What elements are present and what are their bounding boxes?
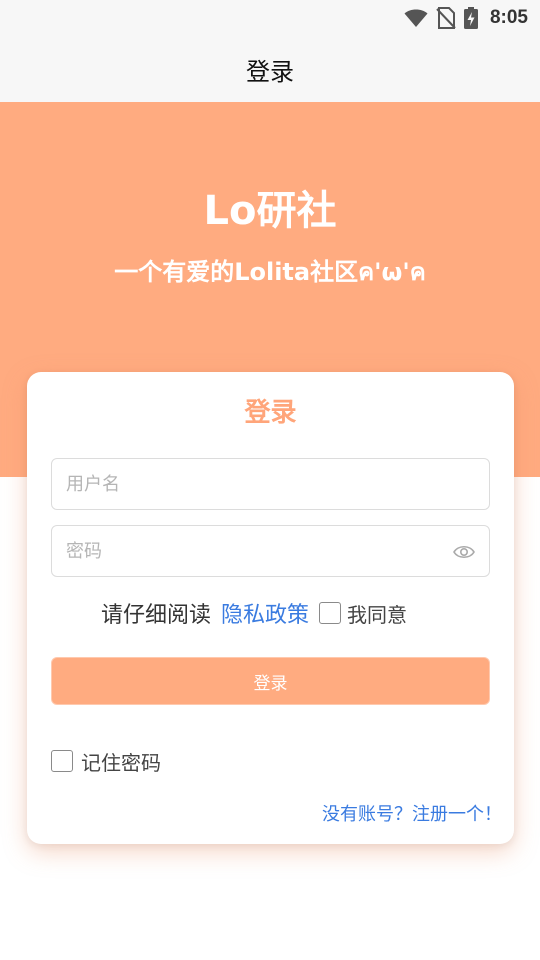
status-icons: 8:05 bbox=[404, 6, 528, 30]
hero-subtitle: 一个有爱的Lolita社区ค'ω'ค bbox=[114, 258, 426, 286]
status-time: 8:05 bbox=[489, 7, 528, 28]
password-input[interactable] bbox=[52, 526, 489, 576]
show-password-eye-icon[interactable] bbox=[453, 542, 475, 562]
privacy-policy-link[interactable]: 隐私政策 bbox=[221, 597, 309, 629]
app-bar: 登录 bbox=[0, 36, 540, 102]
password-field bbox=[51, 525, 490, 577]
hero-title: Lo研社 bbox=[203, 188, 337, 234]
username-field bbox=[51, 458, 490, 510]
app-bar-title: 登录 bbox=[246, 57, 294, 86]
wifi-icon bbox=[404, 9, 428, 27]
agree-label: 我同意 bbox=[347, 602, 408, 627]
remember-password-checkbox[interactable] bbox=[51, 750, 73, 772]
remember-row: 记住密码 bbox=[51, 746, 161, 776]
login-card: 登录 请仔细阅读 隐私政策 我同意 登录 记住密码 没有账号？注册一个！ bbox=[27, 372, 514, 844]
username-input[interactable] bbox=[52, 459, 489, 509]
register-link[interactable]: 没有账号？注册一个！ bbox=[322, 800, 502, 826]
agreement-text: 请仔细阅读 bbox=[101, 603, 212, 628]
agreement-row: 请仔细阅读 隐私政策 我同意 bbox=[101, 596, 407, 630]
status-bar: 8:05 bbox=[0, 0, 540, 36]
agree-checkbox[interactable] bbox=[319, 602, 342, 624]
login-card-title: 登录 bbox=[244, 398, 297, 428]
no-sim-icon bbox=[436, 7, 456, 29]
login-button[interactable]: 登录 bbox=[51, 657, 490, 705]
remember-password-label: 记住密码 bbox=[81, 750, 161, 775]
battery-charging-icon bbox=[463, 7, 478, 29]
